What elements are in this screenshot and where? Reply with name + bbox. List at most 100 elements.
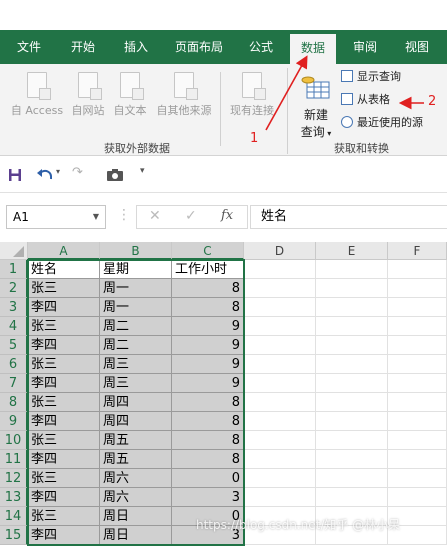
table-cell[interactable]: 周六 [100,469,172,488]
empty-cell[interactable] [388,260,447,279]
empty-cell[interactable] [388,450,447,469]
table-cell[interactable]: 李四 [28,336,100,355]
row-header[interactable]: 4 [0,317,28,336]
empty-cell[interactable] [316,488,388,507]
row-header[interactable]: 11 [0,450,28,469]
table-cell[interactable]: 8 [172,298,244,317]
row-header[interactable]: 7 [0,374,28,393]
empty-cell[interactable] [316,355,388,374]
row-header[interactable]: 5 [0,336,28,355]
table-cell[interactable]: 周五 [100,450,172,469]
empty-cell[interactable] [244,450,316,469]
redo-icon[interactable]: ↷ [72,165,83,180]
empty-cell[interactable] [244,488,316,507]
table-cell[interactable]: 李四 [28,374,100,393]
header-cell[interactable]: 星期 [100,260,172,279]
table-cell[interactable]: 周日 [100,526,172,545]
name-box[interactable]: A1 ▼ [6,205,106,229]
empty-cell[interactable] [316,374,388,393]
table-cell[interactable]: 0 [172,469,244,488]
column-header-e[interactable]: E [316,242,388,260]
row-header[interactable]: 1 [0,260,28,279]
select-all-corner[interactable] [0,242,28,260]
table-cell[interactable]: 9 [172,336,244,355]
table-cell[interactable]: 周二 [100,336,172,355]
table-cell[interactable]: 张三 [28,279,100,298]
empty-cell[interactable] [388,431,447,450]
row-header[interactable]: 9 [0,412,28,431]
empty-cell[interactable] [316,279,388,298]
empty-cell[interactable] [316,298,388,317]
empty-cell[interactable] [244,355,316,374]
table-cell[interactable]: 周一 [100,279,172,298]
table-cell[interactable]: 周二 [100,317,172,336]
column-header-f[interactable]: F [388,242,447,260]
empty-cell[interactable] [388,279,447,298]
table-cell[interactable]: 周四 [100,412,172,431]
empty-cell[interactable] [316,393,388,412]
table-cell[interactable]: 李四 [28,450,100,469]
row-header[interactable]: 15 [0,526,28,545]
empty-cell[interactable] [388,469,447,488]
table-cell[interactable]: 张三 [28,317,100,336]
row-header[interactable]: 13 [0,488,28,507]
table-cell[interactable]: 周六 [100,488,172,507]
enter-icon[interactable]: ✓ [185,208,197,224]
empty-cell[interactable] [388,317,447,336]
table-cell[interactable]: 9 [172,317,244,336]
table-cell[interactable]: 周四 [100,393,172,412]
table-cell[interactable]: 周五 [100,431,172,450]
empty-cell[interactable] [316,317,388,336]
empty-cell[interactable] [388,488,447,507]
empty-cell[interactable] [316,469,388,488]
table-cell[interactable]: 3 [172,488,244,507]
empty-cell[interactable] [244,279,316,298]
cancel-icon[interactable]: ✕ [149,208,161,224]
save-icon[interactable] [8,168,22,182]
table-cell[interactable]: 张三 [28,393,100,412]
column-header-c[interactable]: C [172,242,244,260]
header-cell[interactable]: 姓名 [28,260,100,279]
table-cell[interactable]: 张三 [28,469,100,488]
empty-cell[interactable] [316,260,388,279]
table-cell[interactable]: 张三 [28,355,100,374]
table-cell[interactable]: 李四 [28,412,100,431]
table-cell[interactable]: 周一 [100,298,172,317]
table-cell[interactable]: 张三 [28,507,100,526]
empty-cell[interactable] [388,412,447,431]
row-header[interactable]: 2 [0,279,28,298]
empty-cell[interactable] [388,355,447,374]
row-header[interactable]: 10 [0,431,28,450]
empty-cell[interactable] [244,412,316,431]
camera-icon[interactable] [106,168,124,182]
table-cell[interactable]: 8 [172,412,244,431]
undo-dropdown-icon[interactable]: ▾ [56,167,60,176]
undo-icon[interactable] [36,167,54,183]
insert-function-icon[interactable]: fx [221,208,233,223]
empty-cell[interactable] [388,336,447,355]
empty-cell[interactable] [244,298,316,317]
empty-cell[interactable] [388,298,447,317]
empty-cell[interactable] [244,317,316,336]
empty-cell[interactable] [244,374,316,393]
empty-cell[interactable] [316,450,388,469]
empty-cell[interactable] [388,374,447,393]
table-cell[interactable]: 9 [172,355,244,374]
column-header-d[interactable]: D [244,242,316,260]
empty-cell[interactable] [244,260,316,279]
row-header[interactable]: 12 [0,469,28,488]
table-cell[interactable]: 8 [172,450,244,469]
table-cell[interactable]: 李四 [28,526,100,545]
table-cell[interactable]: 周三 [100,355,172,374]
empty-cell[interactable] [244,469,316,488]
table-cell[interactable]: 李四 [28,298,100,317]
row-header[interactable]: 8 [0,393,28,412]
formula-input[interactable]: 姓名 [250,205,447,229]
column-header-b[interactable]: B [100,242,172,260]
row-header[interactable]: 14 [0,507,28,526]
table-cell[interactable]: 周日 [100,507,172,526]
table-cell[interactable]: 8 [172,393,244,412]
row-header[interactable]: 6 [0,355,28,374]
table-cell[interactable]: 9 [172,374,244,393]
table-cell[interactable]: 李四 [28,488,100,507]
